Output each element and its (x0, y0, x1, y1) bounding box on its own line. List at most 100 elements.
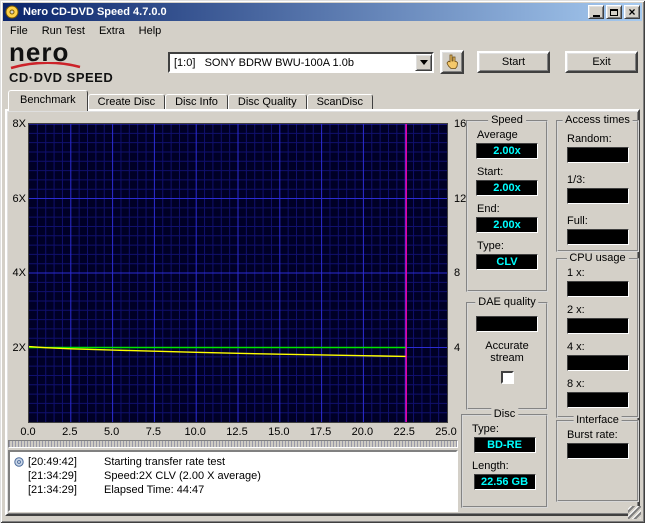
log-text: Elapsed Time: 44:47 (104, 484, 205, 496)
tab-benchmark[interactable]: Benchmark (8, 90, 88, 111)
disc-type-value: BD-RE (473, 437, 536, 453)
window-title: Nero CD-DVD Speed 4.7.0.0 (23, 6, 167, 18)
window-controls: × (588, 5, 640, 19)
log-text: Starting transfer rate test (104, 456, 226, 468)
cpu-2x-value (566, 318, 629, 334)
speed-end-label: End: (477, 203, 500, 215)
disc-length-value: 22.56 GB (473, 474, 536, 490)
access-random-label: Random: (567, 133, 612, 145)
interface-panel-title: Interface (573, 414, 622, 426)
log-time: [21:34:29] (28, 470, 77, 482)
accurate-stream-checkbox[interactable] (500, 371, 514, 384)
accurate-stream-label: Accurate stream (485, 340, 529, 364)
resize-grip[interactable] (628, 506, 641, 519)
cpu-8x-label: 8 x: (567, 378, 585, 390)
access-full-label: Full: (567, 215, 588, 227)
start-button[interactable]: Start (477, 51, 550, 73)
axis-tick-label: 5.0 (103, 426, 120, 438)
right-axis-labels: 4 8 12 16 (452, 118, 467, 424)
menu-bar: File Run Test Extra Help (3, 22, 642, 40)
tab-scandisc[interactable]: ScanDisc (306, 94, 374, 109)
axis-tick-label: 10.0 (184, 426, 206, 438)
x-axis-labels: 0.0 2.5 5.0 7.5 10.0 12.5 15.0 17.5 20.0 22.5 25.0 (20, 426, 456, 440)
axis-tick-label: 22.5 (393, 426, 415, 438)
logo-text-nero: nero (9, 37, 70, 67)
exit-button[interactable]: Exit (565, 51, 638, 73)
speed-panel-title: Speed (488, 114, 526, 126)
minimize-icon (592, 14, 600, 17)
drive-select-dropdown-button[interactable] (415, 54, 432, 71)
chart-plot (28, 123, 448, 423)
app-window: Nero CD-DVD Speed 4.7.0.0 × File Run Tes… (0, 0, 645, 523)
cpu-usage-panel: CPU usage 1 x: 2 x: 4 x: 8 x: (556, 252, 639, 418)
access-times-panel-title: Access times (562, 114, 633, 126)
app-icon[interactable] (5, 5, 19, 19)
access-random-value (566, 147, 629, 163)
hand-icon (446, 54, 458, 69)
dae-quality-value (476, 316, 538, 332)
disc-length-label: Length: (472, 460, 509, 472)
close-button[interactable]: × (624, 5, 640, 19)
close-icon: × (628, 5, 636, 19)
cpu-2x-label: 2 x: (567, 304, 585, 316)
log-time: [20:49:42] (28, 456, 77, 468)
left-axis-labels: 2X 4X 6X 8X (10, 118, 26, 424)
eject-tray-button[interactable] (440, 50, 464, 74)
disc-panel: Disc Type: BD-RE Length: 22.56 GB (461, 408, 548, 508)
axis-tick-label: 12.5 (226, 426, 248, 438)
access-times-panel: Access times Random: 1/3: Full: (556, 114, 639, 252)
axis-tick-label: 2X (12, 341, 26, 354)
access-full-value (566, 229, 629, 245)
nero-logo: nero CD·DVD SPEED (9, 37, 161, 89)
axis-tick-label: 2.5 (62, 426, 78, 438)
cpu-1x-label: 1 x: (567, 267, 585, 279)
title-bar[interactable]: Nero CD-DVD Speed 4.7.0.0 × (3, 3, 642, 21)
drive-select-value: [1:0] SONY BDRW BWU-100A 1.0b (174, 56, 354, 69)
speed-type-label: Type: (477, 240, 504, 252)
log-row: [21:34:29] Elapsed Time: 44:47 (14, 483, 452, 497)
axis-tick-label: 8X (12, 118, 26, 130)
cpu-1x-value (566, 281, 629, 297)
axis-tick-label: 7.5 (145, 426, 162, 438)
log-text: Speed:2X CLV (2.00 X average) (104, 470, 261, 482)
logo-text-sub: CD·DVD SPEED (9, 70, 114, 85)
speed-average-value: 2.00x (476, 143, 538, 159)
tab-strip: Benchmark Create Disc Disc Info Disc Qua… (8, 90, 374, 111)
axis-tick-label: 15.0 (268, 426, 290, 438)
maximize-button[interactable] (606, 5, 622, 19)
dae-quality-panel-title: DAE quality (475, 296, 539, 308)
burst-rate-label: Burst rate: (567, 429, 618, 441)
tab-disc-info[interactable]: Disc Info (165, 94, 228, 109)
menu-help[interactable]: Help (132, 22, 169, 40)
access-third-label: 1/3: (567, 174, 586, 186)
speed-start-label: Start: (477, 166, 504, 178)
axis-tick-label: 0.0 (20, 426, 36, 438)
cpu-4x-value (566, 355, 629, 371)
axis-tick-label: 4X (12, 267, 26, 279)
burst-rate-value (566, 443, 629, 459)
axis-tick-label: 12 (454, 192, 467, 205)
minimize-button[interactable] (588, 5, 604, 19)
progress-strip (8, 440, 458, 448)
tab-disc-quality[interactable]: Disc Quality (227, 94, 307, 109)
drive-select[interactable]: [1:0] SONY BDRW BWU-100A 1.0b (168, 52, 434, 73)
disc-type-label: Type: (472, 423, 499, 435)
cpu-8x-value (566, 392, 629, 408)
log-time: [21:34:29] (28, 484, 77, 496)
maximize-icon (610, 8, 618, 16)
speed-type-value: CLV (476, 254, 538, 270)
axis-tick-label: 6X (12, 192, 26, 205)
tab-create-disc[interactable]: Create Disc (87, 94, 166, 109)
log-panel: [20:49:42] Starting transfer rate test [… (8, 450, 458, 512)
chevron-down-icon (419, 60, 428, 69)
speed-average-label: Average (477, 129, 518, 141)
cpu-4x-label: 4 x: (567, 341, 585, 353)
access-third-value (566, 188, 629, 204)
menu-extra[interactable]: Extra (92, 22, 132, 40)
log-row: [21:34:29] Speed:2X CLV (2.00 X average) (14, 469, 452, 483)
axis-tick-label: 8 (454, 267, 461, 279)
axis-tick-label: 20.0 (351, 426, 374, 438)
toolbar: nero CD·DVD SPEED [1:0] SONY BDRW BWU-10… (3, 37, 642, 89)
speed-start-value: 2.00x (476, 180, 538, 196)
log-row: [20:49:42] Starting transfer rate test (14, 455, 452, 469)
